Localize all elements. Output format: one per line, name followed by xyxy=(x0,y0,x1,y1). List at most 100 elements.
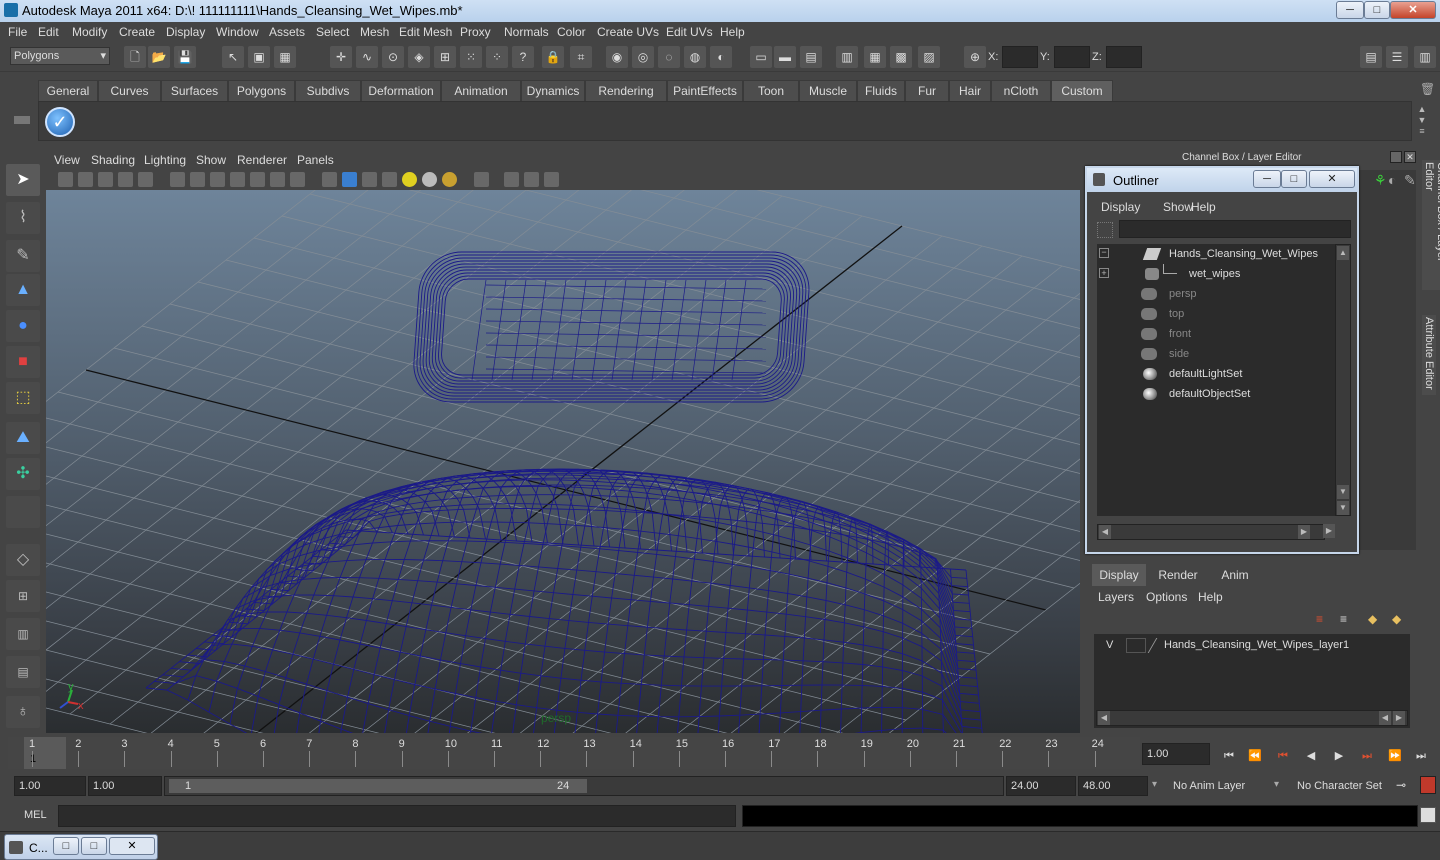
bookmark-icon[interactable] xyxy=(98,172,113,187)
outliner-search-input[interactable] xyxy=(1119,220,1351,238)
outliner-row-front[interactable]: front xyxy=(1097,324,1335,344)
render-icon[interactable]: ◉ xyxy=(606,46,628,68)
channel-box-toggle-icon[interactable]: ▥ xyxy=(1414,46,1436,68)
maximize-button[interactable]: □ xyxy=(1364,1,1390,19)
play-forwards-icon[interactable]: ▶ xyxy=(1328,745,1350,767)
high-quality-icon[interactable] xyxy=(544,172,559,187)
collapse-icon[interactable]: − xyxy=(1099,248,1109,258)
lock-icon[interactable]: 🔒 xyxy=(542,46,564,68)
perspective-viewport[interactable]: y x persp xyxy=(46,190,1080,733)
z-field[interactable] xyxy=(1106,46,1142,68)
menu-proxy[interactable]: Proxy xyxy=(460,25,491,39)
outliner-close-button[interactable]: ✕ xyxy=(1309,170,1355,188)
key-icon[interactable]: ⚘ xyxy=(1374,172,1387,189)
hypershade-layout-icon[interactable]: ♁ xyxy=(6,696,40,728)
viewport-canvas[interactable]: y x persp xyxy=(46,190,1080,733)
scroll-left-icon[interactable]: ◀ xyxy=(1099,525,1111,539)
current-time-field[interactable]: 1.00 xyxy=(1142,743,1210,765)
outliner-menu-show[interactable]: Show xyxy=(1163,200,1193,214)
show-panel-icon[interactable]: ▤ xyxy=(800,46,822,68)
shelf-menu-icon[interactable] xyxy=(14,110,34,142)
gate-mask-icon[interactable] xyxy=(230,172,245,187)
anim-layer-dropdown[interactable]: No Anim Layer xyxy=(1168,776,1270,796)
shelf-tab-hair[interactable]: Hair xyxy=(949,80,991,101)
four-view-layout-icon[interactable]: ⊞ xyxy=(6,580,40,612)
minimize-button[interactable]: ─ xyxy=(1336,1,1364,19)
scroll-up-icon[interactable]: ▲ xyxy=(1337,246,1349,260)
scale-tool-icon[interactable]: ■ xyxy=(6,346,40,378)
field-chart-icon[interactable] xyxy=(250,172,265,187)
menu-help[interactable]: Help xyxy=(720,25,745,39)
move-tool-icon[interactable]: ▲ xyxy=(6,274,40,306)
layer-menu-options[interactable]: Options xyxy=(1146,590,1187,604)
character-set-chevron-icon[interactable]: ▾ xyxy=(1274,779,1279,790)
transform-toggle-icon[interactable]: ⊕ xyxy=(964,46,986,68)
save-scene-icon[interactable]: 💾 xyxy=(174,46,196,68)
shelf-tab-rendering[interactable]: Rendering xyxy=(585,80,667,101)
menu-edit-uvs[interactable]: Edit UVs xyxy=(666,25,713,39)
snap-point-icon[interactable]: ⊙ xyxy=(382,46,404,68)
tool-settings-toggle-icon[interactable]: ☰ xyxy=(1386,46,1408,68)
camera-select-icon[interactable] xyxy=(58,172,73,187)
close-minimized-button[interactable]: ✕ xyxy=(109,837,155,855)
shelf-tab-animation[interactable]: Animation xyxy=(441,80,521,101)
minimized-window[interactable]: C... □ □ ✕ xyxy=(4,834,158,860)
outliner-minimize-button[interactable]: ─ xyxy=(1253,170,1281,188)
hypershade-icon[interactable]: ◍ xyxy=(684,46,706,68)
step-back-key-icon[interactable]: ⏮ xyxy=(1272,745,1294,767)
float-panel-icon[interactable] xyxy=(1390,151,1402,163)
range-slider-bar[interactable]: 1 24 xyxy=(169,779,587,793)
time-slider[interactable]: 1 1 2 3 4 5 6 7 8 9 10 11 12 13 14 15 16 17 18 19 20 21 22 23 2… xyxy=(8,737,1140,769)
new-scene-icon[interactable]: 🗋 xyxy=(124,46,146,68)
snap-view-icon[interactable]: ⁙ xyxy=(460,46,482,68)
select-component-icon[interactable]: ▦ xyxy=(274,46,296,68)
scroll-right-end-icon[interactable]: ▶ xyxy=(1393,711,1405,725)
outliner-menu-display[interactable]: Display xyxy=(1101,200,1140,214)
safe-action-icon[interactable] xyxy=(270,172,285,187)
layer-row[interactable]: V Hands_Cleansing_Wet_Wipes_layer1 xyxy=(1098,636,1404,656)
scroll-right-icon[interactable]: ◀ xyxy=(1379,711,1391,725)
rename-icon[interactable]: ▬ xyxy=(774,46,796,68)
menu-create-uvs[interactable]: Create UVs xyxy=(597,25,659,39)
shelf-tab-subdivs[interactable]: Subdivs xyxy=(295,80,361,101)
snap-plane-icon[interactable]: ◈ xyxy=(408,46,430,68)
shelf-tab-fluids[interactable]: Fluids xyxy=(857,80,905,101)
viewport-menu-panels[interactable]: Panels xyxy=(297,153,334,167)
playback-start-field[interactable]: 1.00 xyxy=(88,776,162,796)
grid-toggle-icon[interactable] xyxy=(170,172,185,187)
shelf-tab-muscle[interactable]: Muscle xyxy=(799,80,857,101)
shelf-tab-general[interactable]: General xyxy=(38,80,98,101)
last-tool-icon[interactable] xyxy=(6,496,40,528)
show-manipulator-icon[interactable]: ✣ xyxy=(6,458,40,490)
menu-modify[interactable]: Modify xyxy=(72,25,107,39)
menu-edit-mesh[interactable]: Edit Mesh xyxy=(399,25,452,39)
outliner-row-hands-cleansing-wet-wipes[interactable]: − Hands_Cleansing_Wet_Wipes xyxy=(1097,244,1335,264)
shelf-tab-dynamics[interactable]: Dynamics xyxy=(521,80,585,101)
viewport-menu-renderer[interactable]: Renderer xyxy=(237,153,287,167)
channel-box-side-tab[interactable]: Channel Box / Layer Editor xyxy=(1422,160,1440,290)
menu-color[interactable]: Color xyxy=(557,25,586,39)
animation-end-field[interactable]: 48.00 xyxy=(1078,776,1148,796)
single-perspective-layout-icon[interactable]: ◇ xyxy=(6,544,40,576)
close-panel-icon[interactable]: ✕ xyxy=(1404,151,1416,163)
shelf-tab-polygons[interactable]: Polygons xyxy=(228,80,295,101)
go-to-start-icon[interactable]: ⏮ xyxy=(1218,745,1240,767)
outliner-filter-icon[interactable] xyxy=(1097,222,1113,238)
y-field[interactable] xyxy=(1054,46,1090,68)
checkmark-shelf-icon[interactable]: ✓ xyxy=(45,107,75,137)
layer-menu-help[interactable]: Help xyxy=(1198,590,1223,604)
layer-tab-anim[interactable]: Anim xyxy=(1210,564,1260,586)
shelf-scroll-icon[interactable]: ▲ ▼ ≡ xyxy=(1415,104,1429,138)
default-lighting-icon[interactable] xyxy=(402,172,417,187)
attribute-editor-toggle-icon[interactable]: ▤ xyxy=(1360,46,1382,68)
help-icon[interactable]: ? xyxy=(512,46,534,68)
go-to-end-icon[interactable]: ⏭ xyxy=(1410,745,1432,767)
sphere-icon[interactable]: ◐ xyxy=(1388,172,1396,188)
animation-preferences-icon[interactable] xyxy=(1420,776,1436,794)
select-hierarchy-icon[interactable]: ↖ xyxy=(222,46,244,68)
image-plane-icon[interactable] xyxy=(118,172,133,187)
mode-dropdown[interactable]: Polygons ▾ xyxy=(10,47,110,65)
move-layer-up-icon[interactable]: ≡ xyxy=(1316,612,1332,628)
close-button[interactable]: ✕ xyxy=(1390,1,1436,19)
wireframe-shading-icon[interactable] xyxy=(322,172,337,187)
